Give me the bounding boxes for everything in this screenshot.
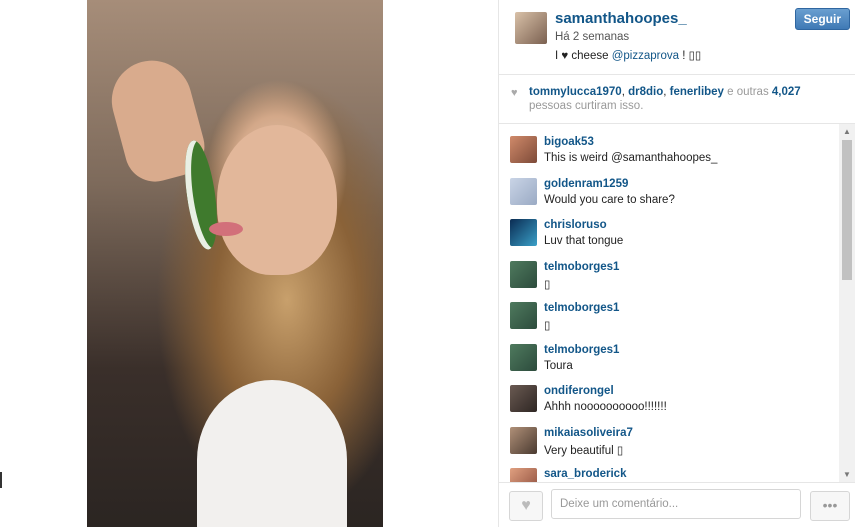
comment-item: telmoborges1 ▯ <box>499 257 829 297</box>
more-options-button[interactable]: ••• <box>810 491 850 521</box>
author-avatar[interactable] <box>515 12 547 44</box>
caption-mention[interactable]: @pizzaprova <box>612 50 679 62</box>
like-button[interactable]: ♥ <box>509 491 543 521</box>
post-photo <box>87 0 383 527</box>
post-caption: I ♥ cheese @pizzaprova ! ▯▯ <box>555 48 701 62</box>
likes-line: tommylucca1970, dr8dio, fenerlibey e out… <box>529 86 801 98</box>
comment-text: Would you care to share? <box>544 194 675 206</box>
likes-count[interactable]: 4,027 <box>772 86 801 98</box>
photo-face <box>217 125 337 275</box>
likes-summary: ♥ tommylucca1970, dr8dio, fenerlibey e o… <box>499 75 855 124</box>
post-side-panel: samanthahoopes_ Há 2 semanas I ♥ cheese … <box>498 0 855 527</box>
commenter-username[interactable]: mikaiasoliveira7 <box>544 427 633 439</box>
heart-icon: ♥ <box>521 497 531 514</box>
commenter-username[interactable]: sara_broderick <box>544 468 626 480</box>
commenter-username[interactable]: chrisloruso <box>544 219 607 231</box>
heart-icon: ♥ <box>511 87 518 99</box>
commenter-avatar[interactable] <box>510 302 537 329</box>
commenter-username[interactable]: goldenram1259 <box>544 178 628 190</box>
follow-button[interactable]: Seguir <box>794 8 850 30</box>
comment-text: Luv that tongue <box>544 235 624 247</box>
comment-item: bigoak53 This is weird @samanthahoopes_ <box>499 132 829 172</box>
commenter-username[interactable]: bigoak53 <box>544 136 594 148</box>
comment-item: mikaiasoliveira7 Very beautiful ▯ <box>499 423 829 463</box>
comment-item: telmoborges1 ▯ <box>499 298 829 338</box>
commenter-username[interactable]: telmoborges1 <box>544 344 619 356</box>
commenter-avatar[interactable] <box>510 261 537 288</box>
commenter-avatar[interactable] <box>510 178 537 205</box>
commenter-avatar[interactable] <box>510 219 537 246</box>
comment-footer: ♥ ••• <box>499 482 855 528</box>
scroll-down-arrow-icon[interactable]: ▼ <box>843 470 851 479</box>
comment-text: Very beautiful ▯ <box>544 445 624 457</box>
comment-text: Toura <box>544 360 573 372</box>
caption-text: I ♥ cheese <box>555 50 612 62</box>
comment-item: sara_broderick <box>499 464 829 482</box>
likes-others-text: e outras <box>723 86 772 98</box>
likes-caption: pessoas curtiram isso. <box>529 100 644 112</box>
comment-item: telmoborges1 Toura <box>499 340 829 380</box>
photo-tongue <box>209 222 243 236</box>
author-username[interactable]: samanthahoopes_ <box>555 10 687 27</box>
liker-username[interactable]: dr8dio <box>628 86 663 98</box>
liker-username[interactable]: fenerlibey <box>670 86 724 98</box>
commenter-username[interactable]: telmoborges1 <box>544 302 619 314</box>
commenter-username[interactable]: ondiferongel <box>544 385 614 397</box>
comment-text: Ahhh noooooooooo!!!!!!! <box>544 401 667 413</box>
scroll-up-arrow-icon[interactable]: ▲ <box>843 127 851 136</box>
comment-item: chrisloruso Luv that tongue <box>499 215 829 255</box>
commenter-avatar[interactable] <box>510 468 537 482</box>
comment-text: This is weird @samanthahoopes_ <box>544 152 718 164</box>
comment-text: ▯ <box>544 279 551 291</box>
comment-item: ondiferongel Ahhh noooooooooo!!!!!!! <box>499 381 829 421</box>
commenter-avatar[interactable] <box>510 427 537 454</box>
cursor-mark <box>0 472 2 488</box>
post-header: samanthahoopes_ Há 2 semanas I ♥ cheese … <box>499 0 855 75</box>
commenter-avatar[interactable] <box>510 136 537 163</box>
commenter-avatar[interactable] <box>510 385 537 412</box>
comment-item: goldenram1259 Would you care to share? <box>499 174 829 214</box>
comment-scrollbar[interactable]: ▲ ▼ <box>839 124 855 482</box>
photo-shirt <box>197 380 347 527</box>
scroll-thumb[interactable] <box>842 140 852 280</box>
caption-suffix: ! ▯▯ <box>679 50 702 62</box>
commenter-avatar[interactable] <box>510 344 537 371</box>
post-time: Há 2 semanas <box>555 31 630 43</box>
comment-list[interactable]: bigoak53 This is weird @samanthahoopes_ … <box>499 124 839 482</box>
comment-input[interactable] <box>551 489 801 519</box>
comment-text: ▯ <box>544 320 551 332</box>
ellipsis-icon: ••• <box>822 497 838 513</box>
commenter-username[interactable]: telmoborges1 <box>544 261 619 273</box>
liker-username[interactable]: tommylucca1970 <box>529 86 622 98</box>
